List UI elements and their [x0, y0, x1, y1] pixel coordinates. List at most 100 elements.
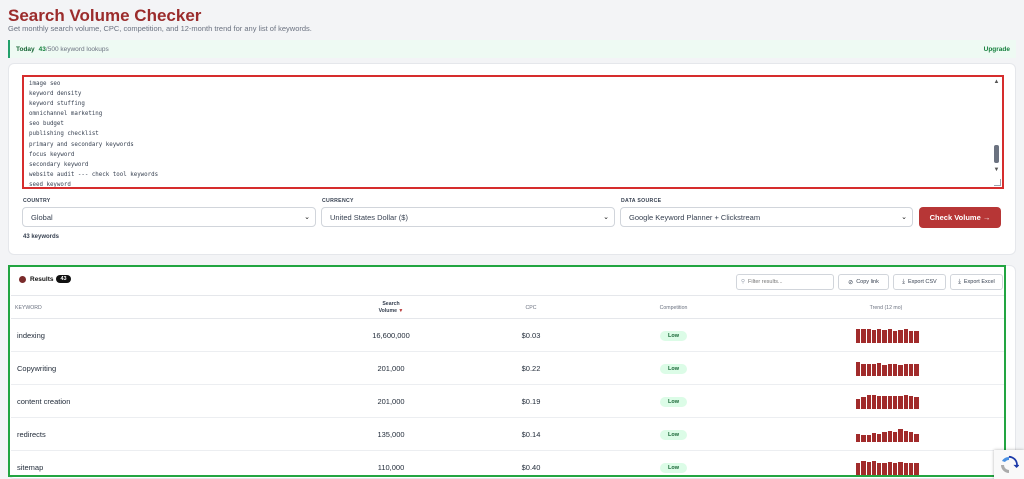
- export-excel-button[interactable]: ⤓ Export Excel: [950, 274, 1003, 290]
- cpc-cell: $0.40: [521, 463, 541, 472]
- trend-bar: [908, 330, 914, 343]
- competition-badge: Low: [660, 429, 687, 440]
- keyword-cell: sitemap: [17, 463, 44, 472]
- volume-cell: 16,600,000: [372, 331, 410, 340]
- trend-bar: [877, 362, 882, 376]
- table-row[interactable]: redirects 135,000 $0.14 Low: [11, 418, 1006, 451]
- keyword-cell: redirects: [17, 430, 46, 439]
- trend-bar: [887, 329, 893, 343]
- keyword-count: 43 keywords: [23, 234, 60, 240]
- trend-bar: [887, 431, 893, 442]
- trend-bar: [856, 433, 861, 442]
- trend-bar: [887, 395, 893, 409]
- trend-bar: [898, 395, 903, 409]
- link-icon: ⊘: [848, 279, 854, 286]
- country-select[interactable]: Global ⌄: [22, 207, 316, 227]
- resize-grip-icon[interactable]: [994, 179, 1001, 186]
- sort-desc-icon: ▼: [398, 308, 404, 314]
- column-search-volume[interactable]: Search Volume ▼: [356, 296, 426, 320]
- trend-bar: [882, 431, 887, 442]
- export-csv-label: Export CSV: [907, 279, 937, 285]
- trend-bar: [871, 433, 877, 442]
- volume-cell: 201,000: [377, 364, 405, 373]
- keyword-cell: indexing: [17, 331, 45, 340]
- recaptcha-icon: [1001, 455, 1019, 473]
- competition-badge: Low: [660, 363, 687, 374]
- competition-badge: Low: [660, 330, 687, 341]
- competition-cell: Low: [641, 451, 706, 479]
- competition-cell: Low: [641, 352, 706, 385]
- trend-bar: [908, 463, 914, 475]
- trend-bar: [882, 329, 887, 343]
- trend-bar: [866, 434, 871, 442]
- trend-bar: [877, 462, 882, 475]
- trend-bar: [856, 329, 861, 343]
- recaptcha-badge[interactable]: [994, 450, 1024, 479]
- trend-cell: [856, 385, 919, 418]
- trend-cell: [856, 451, 919, 479]
- table-row[interactable]: sitemap 110,000 $0.40 Low: [11, 451, 1006, 479]
- filter-results-field[interactable]: ⚲: [736, 274, 834, 290]
- scroll-thumb[interactable]: [994, 145, 999, 163]
- volume-cell: 201,000: [377, 397, 405, 406]
- trend-bar: [861, 435, 866, 442]
- scroll-down-icon[interactable]: ▼: [993, 167, 1000, 174]
- trend-bar: [893, 431, 898, 442]
- usage-count: 43: [38, 45, 46, 53]
- check-volume-button[interactable]: Check Volume →: [919, 207, 1001, 228]
- column-competition[interactable]: Competition: [641, 296, 706, 320]
- country-value: Global: [31, 212, 53, 222]
- trend-sparkline: [856, 395, 919, 409]
- competition-badge: Low: [660, 462, 687, 473]
- volume-cell: 135,000: [377, 430, 405, 439]
- keyword-input-card: image seo keyword density keyword stuffing…: [8, 63, 1016, 255]
- table-row[interactable]: indexing 16,600,000 $0.03 Low: [11, 319, 1006, 352]
- results-dot-icon: [19, 275, 26, 283]
- keyword-line: seed keyword: [29, 181, 71, 188]
- scroll-up-icon[interactable]: ▲: [993, 79, 1000, 86]
- table-row[interactable]: content creation 201,000 $0.19 Low: [11, 385, 1006, 418]
- data-source-select[interactable]: Google Keyword Planner + Clickstream ⌄: [620, 207, 913, 227]
- trend-bar: [887, 363, 893, 376]
- copy-link-button[interactable]: ⊘ Copy link: [838, 274, 889, 290]
- usage-limit: /500 keyword lookups: [45, 45, 109, 53]
- keyword-line: seo budget: [29, 121, 64, 128]
- table-row[interactable]: Copywriting 201,000 $0.22 Low: [11, 352, 1006, 385]
- trend-bar: [866, 461, 871, 475]
- data-source-label: DATA SOURCE: [621, 198, 662, 204]
- competition-cell: Low: [641, 319, 706, 352]
- competition-cell: Low: [641, 418, 706, 451]
- trend-bar: [903, 395, 908, 409]
- usage-info: Today 43/500 keyword lookups: [16, 46, 109, 53]
- column-trend[interactable]: Trend (12 mo): [846, 296, 926, 320]
- trend-bar: [871, 329, 877, 343]
- trend-bar: [898, 329, 903, 343]
- trend-bar: [882, 463, 887, 475]
- trend-sparkline: [856, 362, 919, 376]
- copy-link-label: Copy link: [856, 279, 879, 285]
- currency-select[interactable]: United States Dollar ($) ⌄: [321, 207, 615, 227]
- trend-bar: [914, 330, 919, 343]
- trend-sparkline: [856, 428, 919, 442]
- trend-sparkline: [856, 329, 919, 343]
- column-keyword[interactable]: KEYWORD: [15, 296, 42, 320]
- column-cpc[interactable]: CPC: [506, 296, 556, 320]
- trend-bar: [861, 329, 866, 343]
- country-label: COUNTRY: [23, 198, 51, 204]
- keywords-textarea[interactable]: image seo keyword density keyword stuffing…: [22, 75, 1004, 189]
- page-subtitle: Get monthly search volume, CPC, competit…: [8, 24, 312, 33]
- upgrade-link[interactable]: Upgrade: [984, 46, 1010, 53]
- trend-bar: [877, 395, 882, 409]
- keyword-line: secondary keyword: [29, 161, 89, 168]
- keyword-cell: Copywriting: [17, 364, 57, 373]
- textarea-scrollbar[interactable]: ▲ ▼: [993, 79, 1000, 185]
- trend-bar: [866, 395, 871, 409]
- search-icon: ⚲: [741, 279, 746, 285]
- export-csv-button[interactable]: ⤓ Export CSV: [893, 274, 946, 290]
- volume-cell: 110,000: [377, 463, 405, 472]
- download-icon: ⤓: [902, 278, 905, 285]
- trend-bar: [866, 329, 871, 343]
- filter-results-input[interactable]: [748, 279, 829, 285]
- trend-bar: [898, 461, 903, 475]
- trend-bar: [898, 365, 903, 376]
